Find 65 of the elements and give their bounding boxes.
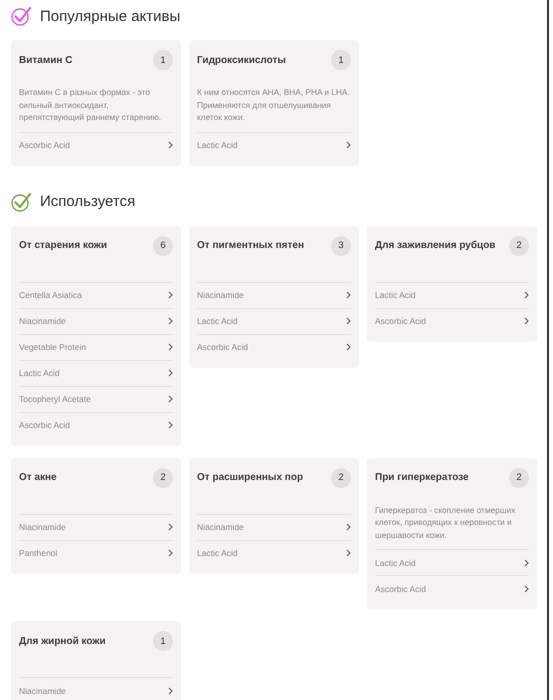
chevron-right-icon <box>168 369 173 377</box>
chevron-right-icon <box>524 558 529 566</box>
count-badge: 3 <box>331 236 351 256</box>
ingredient-link[interactable]: Lactic Acid <box>375 549 529 575</box>
count-badge: 1 <box>153 50 173 70</box>
count-badge: 2 <box>509 236 529 256</box>
ingredient-link[interactable]: Lactic Acid <box>375 282 529 308</box>
chevron-right-icon <box>346 343 351 351</box>
chevron-right-icon <box>524 584 529 592</box>
chevron-right-icon <box>168 549 173 557</box>
ingredient-link[interactable]: Lactic Acid <box>19 360 173 386</box>
chevron-right-icon <box>168 421 173 429</box>
chevron-right-icon <box>524 317 529 325</box>
chevron-right-icon <box>346 291 351 299</box>
count-badge: 6 <box>153 236 173 256</box>
ingredient-link[interactable]: Niacinamide <box>197 514 351 540</box>
ingredient-link[interactable]: Niacinamide <box>197 282 351 308</box>
chevron-right-icon <box>168 523 173 531</box>
ingredient-link[interactable]: Niacinamide <box>19 308 173 334</box>
section-title: Популярные активы <box>40 8 180 24</box>
ingredient-link[interactable]: Panthenol <box>19 540 173 566</box>
ingredient-link[interactable]: Ascorbic Acid <box>375 575 529 601</box>
ingredient-link[interactable]: Ascorbic Acid <box>197 334 351 360</box>
card-title: Витамин С <box>19 54 72 66</box>
card-title: Для заживления рубцов <box>375 240 496 251</box>
count-badge: 2 <box>153 468 173 488</box>
count-badge: 1 <box>153 631 173 651</box>
chevron-right-icon <box>346 549 351 557</box>
card-description: Гиперкератоз - скопление отмерших клеток, приводящих к неровности и шершавости кожи. <box>375 504 516 541</box>
card-title: Гидроксикислоты <box>197 54 286 66</box>
card-description: Витамин С в разных формах - это сильный антиоксидант, препятствующий раннему старению. <box>19 86 162 124</box>
chevron-right-icon <box>168 686 173 694</box>
card-title: Для жирной кожи <box>19 636 106 646</box>
chevron-right-icon <box>168 343 173 351</box>
section-title: Используется <box>40 193 136 210</box>
chevron-right-icon <box>168 395 173 403</box>
ingredient-link[interactable]: Ascorbic Acid <box>19 412 173 438</box>
card-title: От пигментных пятен <box>197 240 304 251</box>
ingredient-link[interactable]: Niacinamide <box>19 677 173 700</box>
ingredient-link[interactable]: Niacinamide <box>19 514 173 540</box>
card-title: От старения кожи <box>19 240 108 251</box>
chevron-right-icon <box>524 291 529 299</box>
ingredient-link[interactable]: Lactic Acid <box>197 308 351 334</box>
count-badge: 1 <box>331 50 351 70</box>
ingredient-link[interactable]: Lactic Acid <box>197 132 351 158</box>
check-circle-icon <box>11 192 31 212</box>
chevron-right-icon <box>346 317 351 325</box>
chevron-right-icon <box>168 317 173 325</box>
check-circle-icon <box>11 6 31 26</box>
ingredient-link[interactable]: Ascorbic Acid <box>19 132 173 158</box>
count-badge: 2 <box>331 468 351 488</box>
card-title: При гиперкератозе <box>375 472 469 483</box>
ingredient-link[interactable]: Vegetable Protein <box>19 334 173 360</box>
chevron-right-icon <box>168 141 173 149</box>
chevron-right-icon <box>168 291 173 299</box>
chevron-right-icon <box>346 141 351 149</box>
card-title: От акне <box>19 472 57 483</box>
ingredient-link[interactable]: Tocopheryl Acetate <box>19 386 173 412</box>
count-badge: 2 <box>509 468 529 488</box>
card-description: К ним относятся AHA, BHA, PHA и LHA. Применяются для отшелушивания клеток кожи. <box>197 86 351 124</box>
ingredient-link[interactable]: Centella Asiatica <box>19 282 173 308</box>
card-title: От расширенных пор <box>197 472 304 483</box>
chevron-right-icon <box>346 523 351 531</box>
ingredient-link[interactable]: Lactic Acid <box>197 540 351 566</box>
ingredient-link[interactable]: Ascorbic Acid <box>375 308 529 334</box>
